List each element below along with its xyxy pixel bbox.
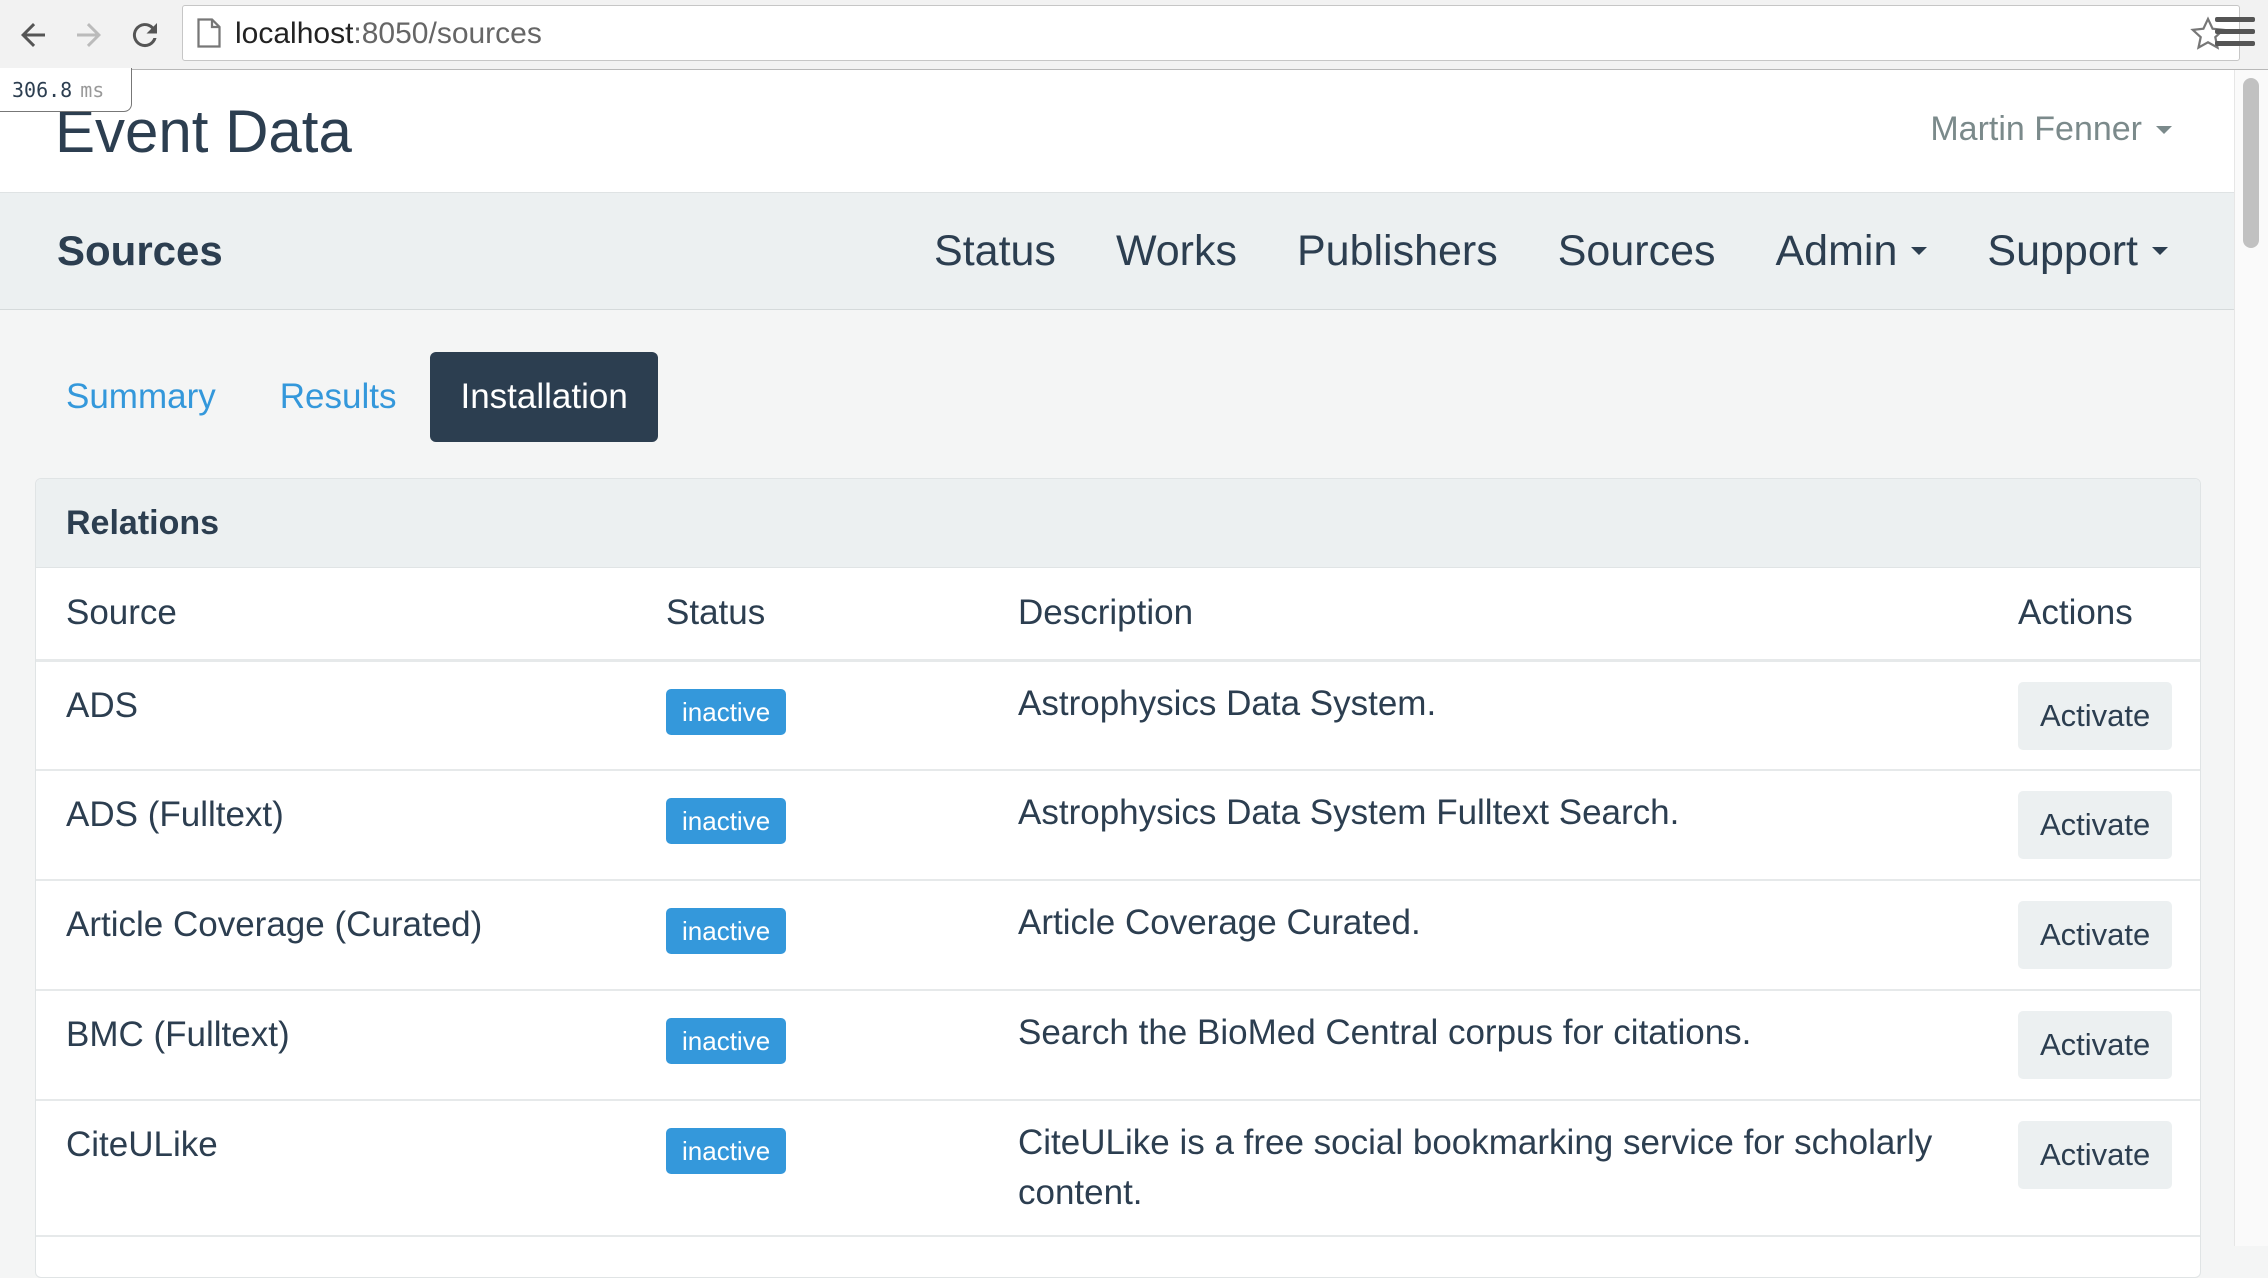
site-header: Event Data Martin Fenner: [0, 70, 2234, 192]
status-badge: inactive: [666, 1128, 787, 1174]
source-name[interactable]: Article Coverage (Curated): [36, 880, 636, 991]
activate-button[interactable]: Activate: [2018, 901, 2173, 969]
page-scrollbar[interactable]: [2234, 70, 2268, 1246]
browser-toolbar: localhost:8050/sources: [0, 0, 2268, 70]
timer-unit: ms: [80, 77, 105, 102]
source-name[interactable]: BMC (Fulltext): [36, 990, 636, 1101]
status-cell: inactive: [636, 990, 988, 1101]
status-cell: inactive: [636, 770, 988, 881]
column-header-source: Source: [36, 568, 636, 662]
status-cell: inactive: [636, 1100, 988, 1237]
nav-link-admin[interactable]: Admin: [1746, 227, 1958, 276]
chevron-down-icon: [2152, 247, 2168, 255]
source-tabs: Summary Results Installation: [36, 352, 662, 442]
nav-link-label: Admin: [1775, 226, 1898, 275]
tab-summary[interactable]: Summary: [36, 352, 246, 442]
render-timer: 306.8 ms: [0, 68, 132, 112]
actions-cell: Activate: [1988, 880, 2200, 991]
relations-panel: Relations Source Status Description Acti…: [35, 478, 2201, 1278]
nav-link-status[interactable]: Status: [904, 227, 1086, 276]
actions-cell: Activate: [1988, 660, 2200, 771]
tab-results[interactable]: Results: [250, 352, 427, 442]
source-description: Astrophysics Data System Fulltext Search…: [988, 770, 1988, 881]
chevron-down-icon: [1911, 247, 1928, 255]
source-name[interactable]: ADS (Fulltext): [36, 770, 636, 881]
user-menu[interactable]: Martin Fenner: [1930, 110, 2172, 149]
timer-value: 306.8: [12, 77, 73, 102]
actions-cell: Activate: [1988, 990, 2200, 1101]
nav-link-works[interactable]: Works: [1086, 227, 1267, 276]
nav-links: Status Works Publishers Sources Admin Su…: [904, 193, 2198, 309]
table-row: ADS inactive Astrophysics Data System. A…: [36, 660, 2200, 771]
scroll-thumb[interactable]: [2243, 78, 2259, 248]
chevron-down-icon: [2156, 125, 2172, 134]
table-row: CiteULike inactive CiteULike is a free s…: [36, 1100, 2200, 1237]
url-text: localhost:8050/sources: [235, 6, 542, 62]
menu-icon[interactable]: [2215, 17, 2255, 53]
source-description: Search the BioMed Central corpus for cit…: [988, 990, 1988, 1101]
nav-link-publishers[interactable]: Publishers: [1267, 227, 1528, 276]
activate-button[interactable]: Activate: [2018, 791, 2173, 859]
nav-link-label: Publishers: [1296, 226, 1498, 275]
table-header-row: Source Status Description Actions: [36, 568, 2200, 662]
table-row: ADS (Fulltext) inactive Astrophysics Dat…: [36, 770, 2200, 881]
status-badge: inactive: [666, 908, 787, 954]
status-badge: inactive: [666, 1018, 787, 1064]
source-name[interactable]: ADS: [36, 660, 636, 771]
main-navbar: Sources Status Works Publishers Sources …: [0, 192, 2234, 310]
table-row: Article Coverage (Curated) inactive Arti…: [36, 880, 2200, 991]
activate-button[interactable]: Activate: [2018, 1121, 2173, 1189]
column-header-actions: Actions: [1988, 568, 2200, 662]
status-cell: inactive: [636, 880, 988, 991]
reload-icon[interactable]: [120, 10, 170, 60]
address-bar[interactable]: localhost:8050/sources: [182, 5, 2240, 61]
nav-link-label: Status: [934, 226, 1056, 275]
activate-button[interactable]: Activate: [2018, 1011, 2173, 1079]
back-arrow-icon[interactable]: [8, 10, 58, 60]
nav-link-support[interactable]: Support: [1957, 227, 2198, 276]
nav-link-label: Sources: [1557, 226, 1716, 275]
actions-cell: Activate: [1988, 1100, 2200, 1237]
user-name: Martin Fenner: [1930, 110, 2142, 148]
status-badge: inactive: [666, 798, 787, 844]
source-description: Astrophysics Data System.: [988, 660, 1988, 771]
source-description: Article Coverage Curated.: [988, 880, 1988, 991]
navbar-title[interactable]: Sources: [57, 193, 223, 309]
tab-installation[interactable]: Installation: [430, 352, 658, 442]
page-icon: [197, 18, 221, 48]
panel-heading: Relations: [36, 479, 2200, 568]
status-cell: inactive: [636, 660, 988, 771]
activate-button[interactable]: Activate: [2018, 681, 2173, 750]
url-path: :8050/sources: [353, 17, 542, 50]
nav-link-label: Support: [1987, 226, 2138, 275]
column-header-description: Description: [988, 568, 1988, 662]
nav-link-label: Works: [1115, 226, 1237, 275]
status-badge: inactive: [666, 688, 787, 735]
source-description: CiteULike is a free social bookmarking s…: [988, 1100, 1988, 1237]
source-name[interactable]: CiteULike: [36, 1100, 636, 1237]
sources-table: Source Status Description Actions ADS in…: [36, 568, 2200, 1237]
forward-arrow-icon[interactable]: [64, 10, 114, 60]
column-header-status: Status: [636, 568, 988, 662]
actions-cell: Activate: [1988, 770, 2200, 881]
url-host: localhost: [235, 17, 354, 50]
table-row: BMC (Fulltext) inactive Search the BioMe…: [36, 990, 2200, 1101]
nav-link-sources[interactable]: Sources: [1528, 227, 1746, 276]
